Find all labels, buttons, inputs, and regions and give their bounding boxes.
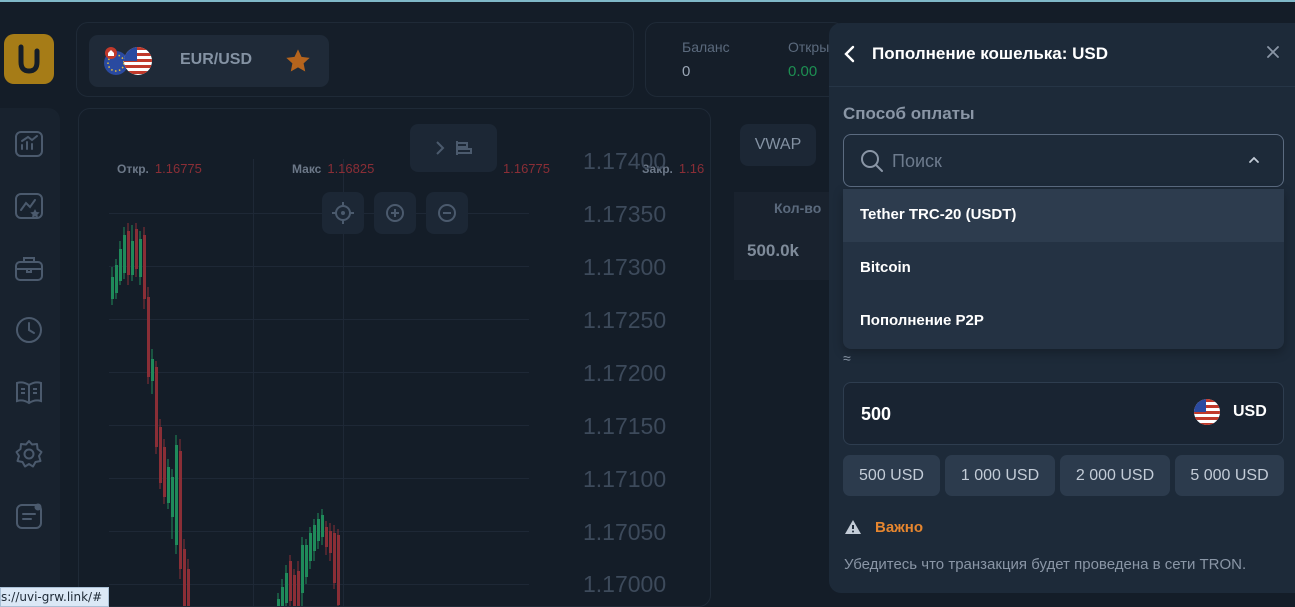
price-axis-tick: 1.17000 <box>583 571 667 597</box>
trade-side-panel: VWAP Кол-во 500.0k <box>722 108 844 607</box>
support-chat-icon[interactable] <box>13 500 45 532</box>
ohlc-low: 1.16775 <box>503 161 550 176</box>
price-axis-tick: 1.17200 <box>583 360 667 386</box>
important-label[interactable]: Важно <box>875 519 923 536</box>
price-axis-tick: 1.17050 <box>583 519 667 545</box>
payment-option-bitcoin[interactable]: Bitcoin <box>843 242 1284 295</box>
settings-gear-icon[interactable] <box>13 438 45 470</box>
payment-method-label: Способ оплаты <box>843 104 975 123</box>
zoom-in-icon <box>386 204 404 222</box>
price-axis-tick: 1.17350 <box>583 201 667 227</box>
close-icon[interactable] <box>1265 44 1281 60</box>
payment-option-p2p[interactable]: Пополнение P2P <box>843 295 1284 348</box>
modal-header: Пополнение кошелька: USD <box>829 23 1295 87</box>
search-input[interactable] <box>892 145 1232 177</box>
asset-name: EUR/USD <box>180 51 253 68</box>
candlestick-series <box>111 223 340 606</box>
zoom-out-button[interactable] <box>426 192 468 234</box>
left-rail <box>0 20 66 607</box>
balance-panel: Баланс 0 Откры 0.00 <box>645 22 845 97</box>
quantity-header: Кол-во <box>734 192 844 224</box>
price-axis-tick: 1.17400 <box>583 148 667 174</box>
warning-icon <box>845 520 861 534</box>
window-top-border <box>0 0 1295 2</box>
price-axis-tick: 1.17100 <box>583 466 667 492</box>
zoom-out-icon <box>438 204 456 222</box>
logo-icon <box>18 44 40 74</box>
rail-menu <box>0 108 60 607</box>
quick-amount-2000[interactable]: 2 000 USD <box>1060 455 1170 496</box>
zoom-in-button[interactable] <box>374 192 416 234</box>
education-book-icon[interactable] <box>13 376 45 408</box>
quick-amount-5000[interactable]: 5 000 USD <box>1175 455 1284 496</box>
chevron-right-icon <box>435 141 472 155</box>
eur-usd-flags-icon <box>104 47 152 75</box>
trading-chart-icon[interactable] <box>13 128 45 160</box>
quick-amount-1000[interactable]: 1 000 USD <box>945 455 1055 496</box>
amount-value: 500 <box>861 404 892 424</box>
deposit-modal: Пополнение кошелька: USD Способ оплаты T… <box>829 23 1295 593</box>
currency-code[interactable]: USD <box>1233 403 1267 421</box>
app-logo[interactable] <box>4 34 54 84</box>
analytics-icon[interactable] <box>13 190 45 222</box>
search-icon <box>861 150 883 172</box>
payment-option-usdt[interactable]: Tether TRC-20 (USDT) <box>843 189 1284 242</box>
network-note: Убедитесь что транзакция будет проведена… <box>844 556 1247 573</box>
balance-value: 0 <box>682 63 691 80</box>
balance-label: Баланс <box>682 39 730 55</box>
approx-symbol: ≈ <box>843 350 851 366</box>
payment-method-search[interactable] <box>843 134 1284 187</box>
open-positions-label: Откры <box>788 39 830 55</box>
us-flag-icon <box>1194 399 1220 425</box>
price-axis-tick: 1.17250 <box>583 307 667 333</box>
asset-selector[interactable]: EUR/USD <box>89 35 329 87</box>
chevron-up-icon[interactable] <box>1247 153 1261 167</box>
open-positions-value: 0.00 <box>788 63 818 80</box>
modal-title: Пополнение кошелька: USD <box>872 44 1109 63</box>
price-axis-tick: 1.17150 <box>583 413 667 439</box>
vwap-button[interactable]: VWAP <box>740 124 816 166</box>
price-axis-tick: 1.17300 <box>583 254 667 280</box>
amount-field[interactable]: 500 USD <box>843 382 1284 445</box>
chart-tools-toggle[interactable] <box>410 124 497 172</box>
quantity-value[interactable]: 500.0k <box>734 224 844 280</box>
quick-amount-500[interactable]: 500 USD <box>843 455 940 496</box>
chart-panel[interactable]: Откр. 1.16775 Макс 1.16825 1.16775 Закр. 1.… <box>78 108 711 607</box>
payment-method-dropdown: Tether TRC-20 (USDT) Bitcoin Пополнение … <box>843 189 1284 349</box>
portfolio-icon[interactable] <box>13 252 45 284</box>
history-icon[interactable] <box>13 314 45 346</box>
asset-header: EUR/USD <box>76 22 634 97</box>
status-bar-url: s://uvi-grw.link/# <box>0 587 110 607</box>
favorite-star-icon[interactable] <box>284 47 312 75</box>
back-chevron-icon[interactable] <box>843 45 857 63</box>
